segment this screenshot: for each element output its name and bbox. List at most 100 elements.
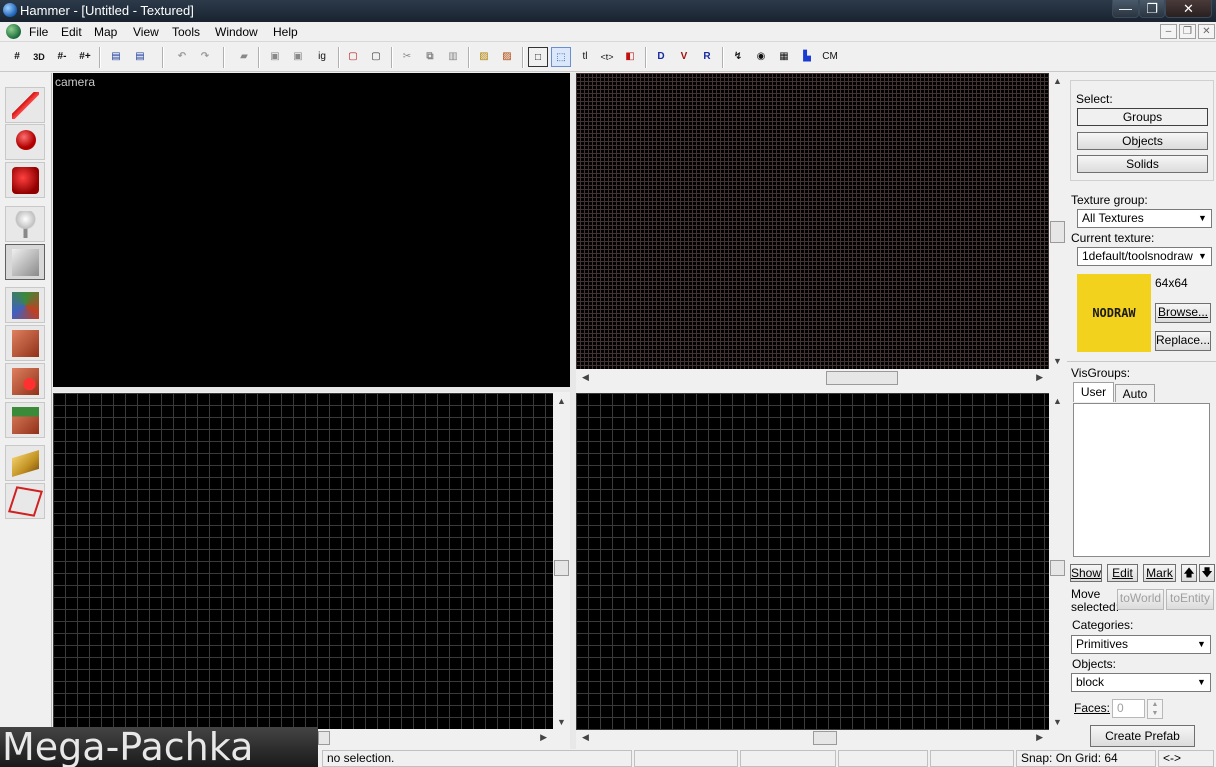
viewport-splitter-horizontal[interactable] — [53, 387, 570, 392]
toggle-texture-lock-icon[interactable]: ▨ — [474, 47, 494, 67]
select-solids-button[interactable]: Solids — [1077, 155, 1208, 173]
toggle-radius-culling-icon[interactable]: ◉ — [751, 47, 771, 67]
menu-view[interactable]: View — [133, 25, 159, 39]
camera-viewport[interactable]: camera — [53, 73, 570, 387]
show-info-icon[interactable]: R — [697, 47, 717, 67]
object-properties-panel: Select: Groups Objects Solids Texture gr… — [1067, 73, 1216, 748]
objects-select[interactable]: block ▼ — [1071, 673, 1211, 692]
faces-spinner[interactable]: ▲ ▼ — [1147, 699, 1163, 719]
mdi-minimize-button[interactable]: – — [1160, 24, 1177, 39]
compile-map-icon[interactable]: CM — [819, 47, 841, 67]
undo-icon[interactable]: ↶ — [172, 47, 192, 67]
toggle-texture-scaling-icon[interactable]: ▨ — [497, 47, 517, 67]
vertex-tool[interactable] — [5, 483, 45, 519]
grid-larger-icon[interactable]: #+ — [75, 47, 95, 67]
scroll-thumb[interactable] — [813, 731, 837, 745]
scroll-thumb[interactable] — [826, 371, 898, 385]
top-2d-viewport[interactable] — [576, 73, 1049, 369]
visgroup-mark-button[interactable]: Mark — [1143, 564, 1176, 582]
entity-tool[interactable] — [5, 206, 45, 242]
side-viewport-horizontal-scrollbar[interactable]: ◀ ▶ — [576, 730, 1049, 746]
close-button[interactable]: ✕ — [1165, 0, 1212, 18]
group-icon[interactable]: ▣ — [265, 47, 285, 67]
hide-selected-icon[interactable]: ▢ — [343, 47, 363, 67]
overlay-tool[interactable] — [5, 402, 45, 438]
move-to-entity-button[interactable]: toEntity — [1166, 589, 1214, 610]
visgroup-edit-button[interactable]: Edit — [1107, 564, 1138, 582]
replace-textures-button[interactable]: Replace... — [1155, 331, 1211, 351]
decal-tool[interactable] — [5, 363, 45, 399]
camera-tool[interactable] — [5, 162, 45, 198]
side-2d-viewport[interactable] — [576, 393, 1049, 730]
texture-application-tool[interactable] — [5, 287, 45, 323]
menu-tools[interactable]: Tools — [172, 25, 200, 39]
current-texture-select[interactable]: 1default/toolsnodraw ▼ — [1077, 247, 1212, 266]
front-viewport-vertical-scrollbar[interactable]: ▲ ▼ — [553, 393, 570, 730]
top-viewport-horizontal-scrollbar[interactable]: ◀ ▶ — [576, 370, 1049, 386]
toggle-helpers-icon[interactable]: tl — [575, 47, 595, 67]
cut-icon[interactable]: ✂ — [397, 47, 417, 67]
move-up-button[interactable]: 🡅 — [1181, 564, 1197, 582]
visgroup-show-button[interactable]: Show — [1070, 564, 1102, 582]
texture-group-select[interactable]: All Textures ▼ — [1077, 209, 1212, 228]
hide-unselected-icon[interactable]: ▢ — [366, 47, 386, 67]
block-tool[interactable] — [5, 244, 45, 280]
menu-file[interactable]: File — [29, 25, 48, 39]
selection-tool[interactable] — [5, 87, 45, 123]
toggle-displacement-icon[interactable]: ◧ — [620, 47, 640, 67]
grid-smaller-icon[interactable]: #- — [52, 47, 72, 67]
apply-current-texture-tool[interactable] — [5, 325, 45, 361]
front-viewport-horizontal-scrollbar[interactable]: ▶ — [318, 730, 553, 746]
ignore-groups-icon[interactable]: ig — [312, 47, 332, 67]
arrow-icon — [12, 92, 39, 119]
create-prefab-button[interactable]: Create Prefab — [1090, 725, 1195, 747]
magnify-tool[interactable] — [5, 124, 45, 160]
faces-input[interactable]: 0 — [1112, 699, 1145, 718]
toggle-3d-skybox-icon[interactable]: ↯ — [728, 47, 748, 67]
scroll-thumb[interactable] — [318, 731, 330, 745]
scroll-thumb[interactable] — [1050, 560, 1065, 576]
tools-palette — [0, 73, 52, 729]
redo-icon[interactable]: ↷ — [195, 47, 215, 67]
copy-icon[interactable]: ⧉ — [420, 47, 440, 67]
tab-auto[interactable]: Auto — [1115, 384, 1155, 402]
clipping-tool[interactable] — [5, 445, 45, 481]
menu-help[interactable]: Help — [273, 25, 298, 39]
document-icon[interactable] — [6, 24, 21, 39]
menu-map[interactable]: Map — [94, 25, 117, 39]
categories-label: Categories: — [1072, 618, 1134, 632]
move-down-button[interactable]: 🡇 — [1199, 564, 1215, 582]
select-groups-button[interactable]: Groups — [1077, 108, 1208, 126]
check-map-icon[interactable]: D — [651, 47, 671, 67]
minimize-button[interactable]: — — [1112, 0, 1139, 18]
categories-select[interactable]: Primitives ▼ — [1071, 635, 1211, 654]
toggle-select-by-handles-icon[interactable]: □ — [528, 47, 548, 67]
mdi-close-button[interactable]: ✕ — [1198, 24, 1215, 39]
carve-icon[interactable]: ▰ — [234, 47, 254, 67]
visgroups-list[interactable] — [1073, 403, 1210, 557]
top-viewport-vertical-scrollbar[interactable]: ▲ ▼ — [1049, 73, 1066, 369]
menu-window[interactable]: Window — [215, 25, 258, 39]
paste-icon[interactable]: ▥ — [443, 47, 463, 67]
move-to-world-button[interactable]: toWorld — [1117, 589, 1164, 610]
toggle-autoselect-icon[interactable]: ⬚ — [551, 47, 571, 67]
browse-textures-button[interactable]: Browse... — [1155, 303, 1211, 323]
toggle-instance-icon[interactable]: ▙ — [797, 47, 817, 67]
front-2d-viewport[interactable] — [53, 393, 553, 729]
menu-edit[interactable]: Edit — [61, 25, 82, 39]
show-entity-report-icon[interactable]: V — [674, 47, 694, 67]
maximize-button[interactable]: ❐ — [1139, 0, 1165, 18]
ungroup-icon[interactable]: ▣ — [288, 47, 308, 67]
tab-user[interactable]: User — [1073, 382, 1114, 402]
side-viewport-vertical-scrollbar[interactable]: ▲ ▼ — [1049, 393, 1066, 730]
grid-3d-icon[interactable]: 3D — [29, 47, 49, 67]
scroll-thumb[interactable] — [1050, 221, 1065, 243]
toggle-cordon-icon[interactable]: ▦ — [774, 47, 794, 67]
select-objects-button[interactable]: Objects — [1077, 132, 1208, 150]
save-window-state-icon[interactable]: ▤ — [130, 47, 150, 67]
mdi-restore-button[interactable]: ❐ — [1179, 24, 1196, 39]
grid-toggle-icon[interactable]: # — [7, 47, 27, 67]
load-window-state-icon[interactable]: ▤ — [106, 47, 126, 67]
toggle-model-fade-icon[interactable]: <t> — [597, 47, 617, 67]
scroll-thumb[interactable] — [554, 560, 569, 576]
